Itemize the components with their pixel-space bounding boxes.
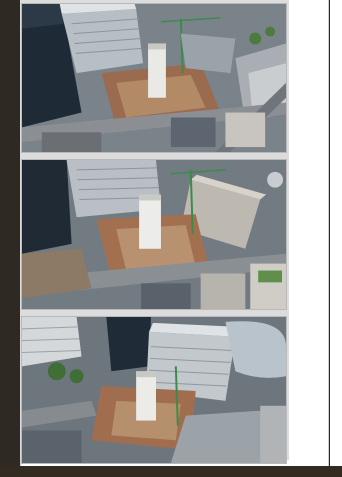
bottom-shelf xyxy=(0,466,342,477)
aerial-photo-1-image xyxy=(22,4,286,152)
aerial-photo-1[interactable] xyxy=(21,3,287,153)
aerial-photo-3-image xyxy=(22,317,286,463)
aerial-photo-2-image xyxy=(22,160,286,309)
aerial-photo-2[interactable] xyxy=(21,159,287,310)
aerial-photo-3[interactable] xyxy=(21,316,287,464)
right-gutter xyxy=(330,0,342,477)
